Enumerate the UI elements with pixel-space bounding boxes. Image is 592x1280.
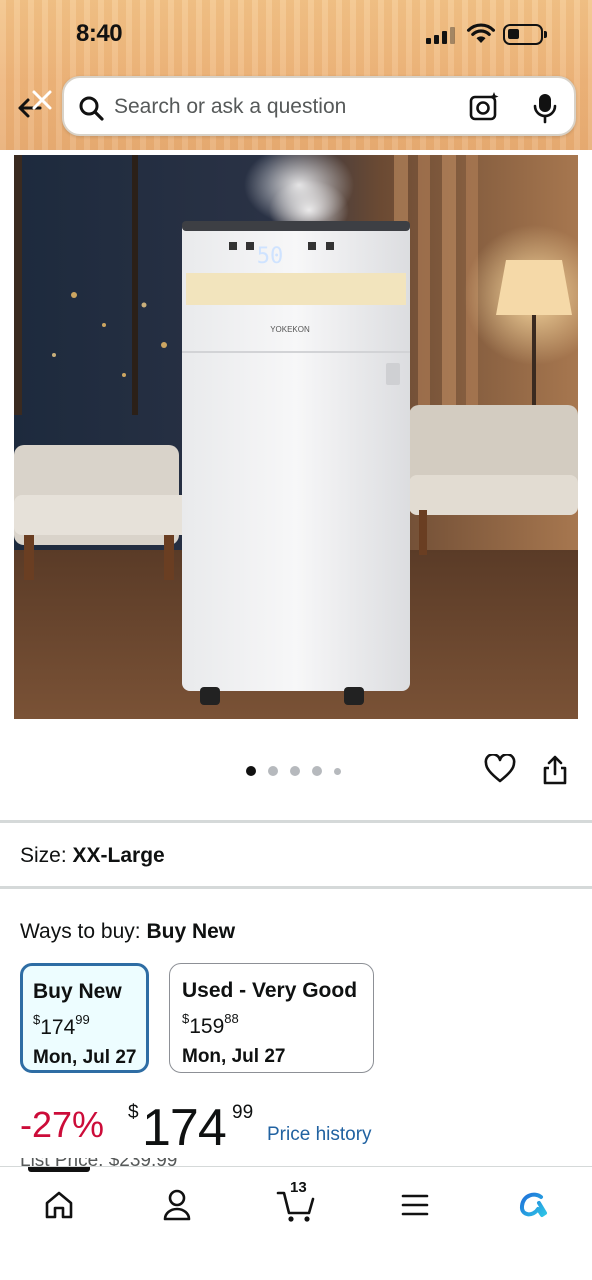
size-label: Size: (20, 844, 67, 867)
battery-icon (503, 24, 547, 45)
size-selector[interactable]: Size: XX-Large (20, 844, 165, 868)
option-title: Used - Very Good (182, 979, 358, 1002)
display-value: 50 (257, 244, 284, 269)
home-icon (45, 1191, 73, 1219)
cart-count-badge: 13 (290, 1179, 307, 1196)
product-image[interactable]: YOKEKON 50 (14, 155, 578, 719)
status-time: 8:40 (76, 20, 123, 47)
option-delivery-date: Mon, Jul 27 (182, 1046, 286, 1067)
search-bar[interactable] (62, 76, 576, 136)
buy-new-option[interactable]: Buy New $17499 Mon, Jul 27 (20, 963, 149, 1073)
ways-to-buy-heading: Ways to buy: Buy New (20, 920, 235, 944)
camera-search-icon[interactable] (468, 91, 500, 123)
search-input[interactable] (114, 92, 454, 122)
product-photo: YOKEKON 50 (14, 155, 578, 719)
nav-menu[interactable] (385, 1181, 445, 1229)
heart-icon[interactable] (484, 754, 516, 784)
image-pagination-dots[interactable] (246, 766, 341, 776)
pagination-dot-2[interactable] (268, 766, 278, 776)
price-whole: 174 (142, 1099, 227, 1157)
nav-home[interactable] (29, 1181, 89, 1229)
pagination-dot-4[interactable] (312, 766, 322, 776)
price-cents: 99 (232, 1102, 254, 1123)
nav-rufus-assistant[interactable] (503, 1181, 563, 1229)
microphone-icon[interactable] (531, 92, 559, 124)
price-history-link[interactable]: Price history (267, 1124, 372, 1146)
size-value: XX-Large (72, 844, 165, 867)
search-icon (79, 96, 104, 121)
brand-label: YOKEKON (270, 325, 310, 334)
menu-icon (401, 1194, 429, 1216)
account-icon (163, 1189, 191, 1221)
option-price: $15988 (182, 1011, 239, 1038)
pagination-dot-1[interactable] (246, 766, 256, 776)
nav-account[interactable] (147, 1181, 207, 1229)
option-price: $17499 (33, 1012, 90, 1039)
share-icon[interactable] (540, 754, 570, 786)
app-header: 8:40 (0, 0, 592, 150)
wifi-icon (467, 23, 495, 43)
active-tab-indicator (28, 1167, 90, 1172)
image-carousel-controls (0, 740, 592, 802)
rufus-assistant-icon (520, 1192, 547, 1217)
back-arrow-icon[interactable] (14, 88, 54, 128)
price-block: -27% $ 174 99 Price history (20, 1098, 580, 1158)
pagination-dot-3[interactable] (290, 766, 300, 776)
bottom-navigation: 13 (0, 1166, 592, 1280)
option-title: Buy New (33, 980, 122, 1003)
divider (0, 820, 592, 823)
price-currency: $ (128, 1102, 139, 1123)
cellular-signal-icon (426, 26, 455, 44)
ways-to-buy-selected: Buy New (146, 920, 236, 943)
used-very-good-option[interactable]: Used - Very Good $15988 Mon, Jul 27 (169, 963, 374, 1073)
discount-percentage: -27% (20, 1104, 105, 1145)
option-delivery-date: Mon, Jul 27 (33, 1047, 137, 1068)
divider (0, 886, 592, 889)
pagination-dot-5[interactable] (334, 767, 341, 775)
ways-to-buy-label: Ways to buy: (20, 920, 141, 943)
